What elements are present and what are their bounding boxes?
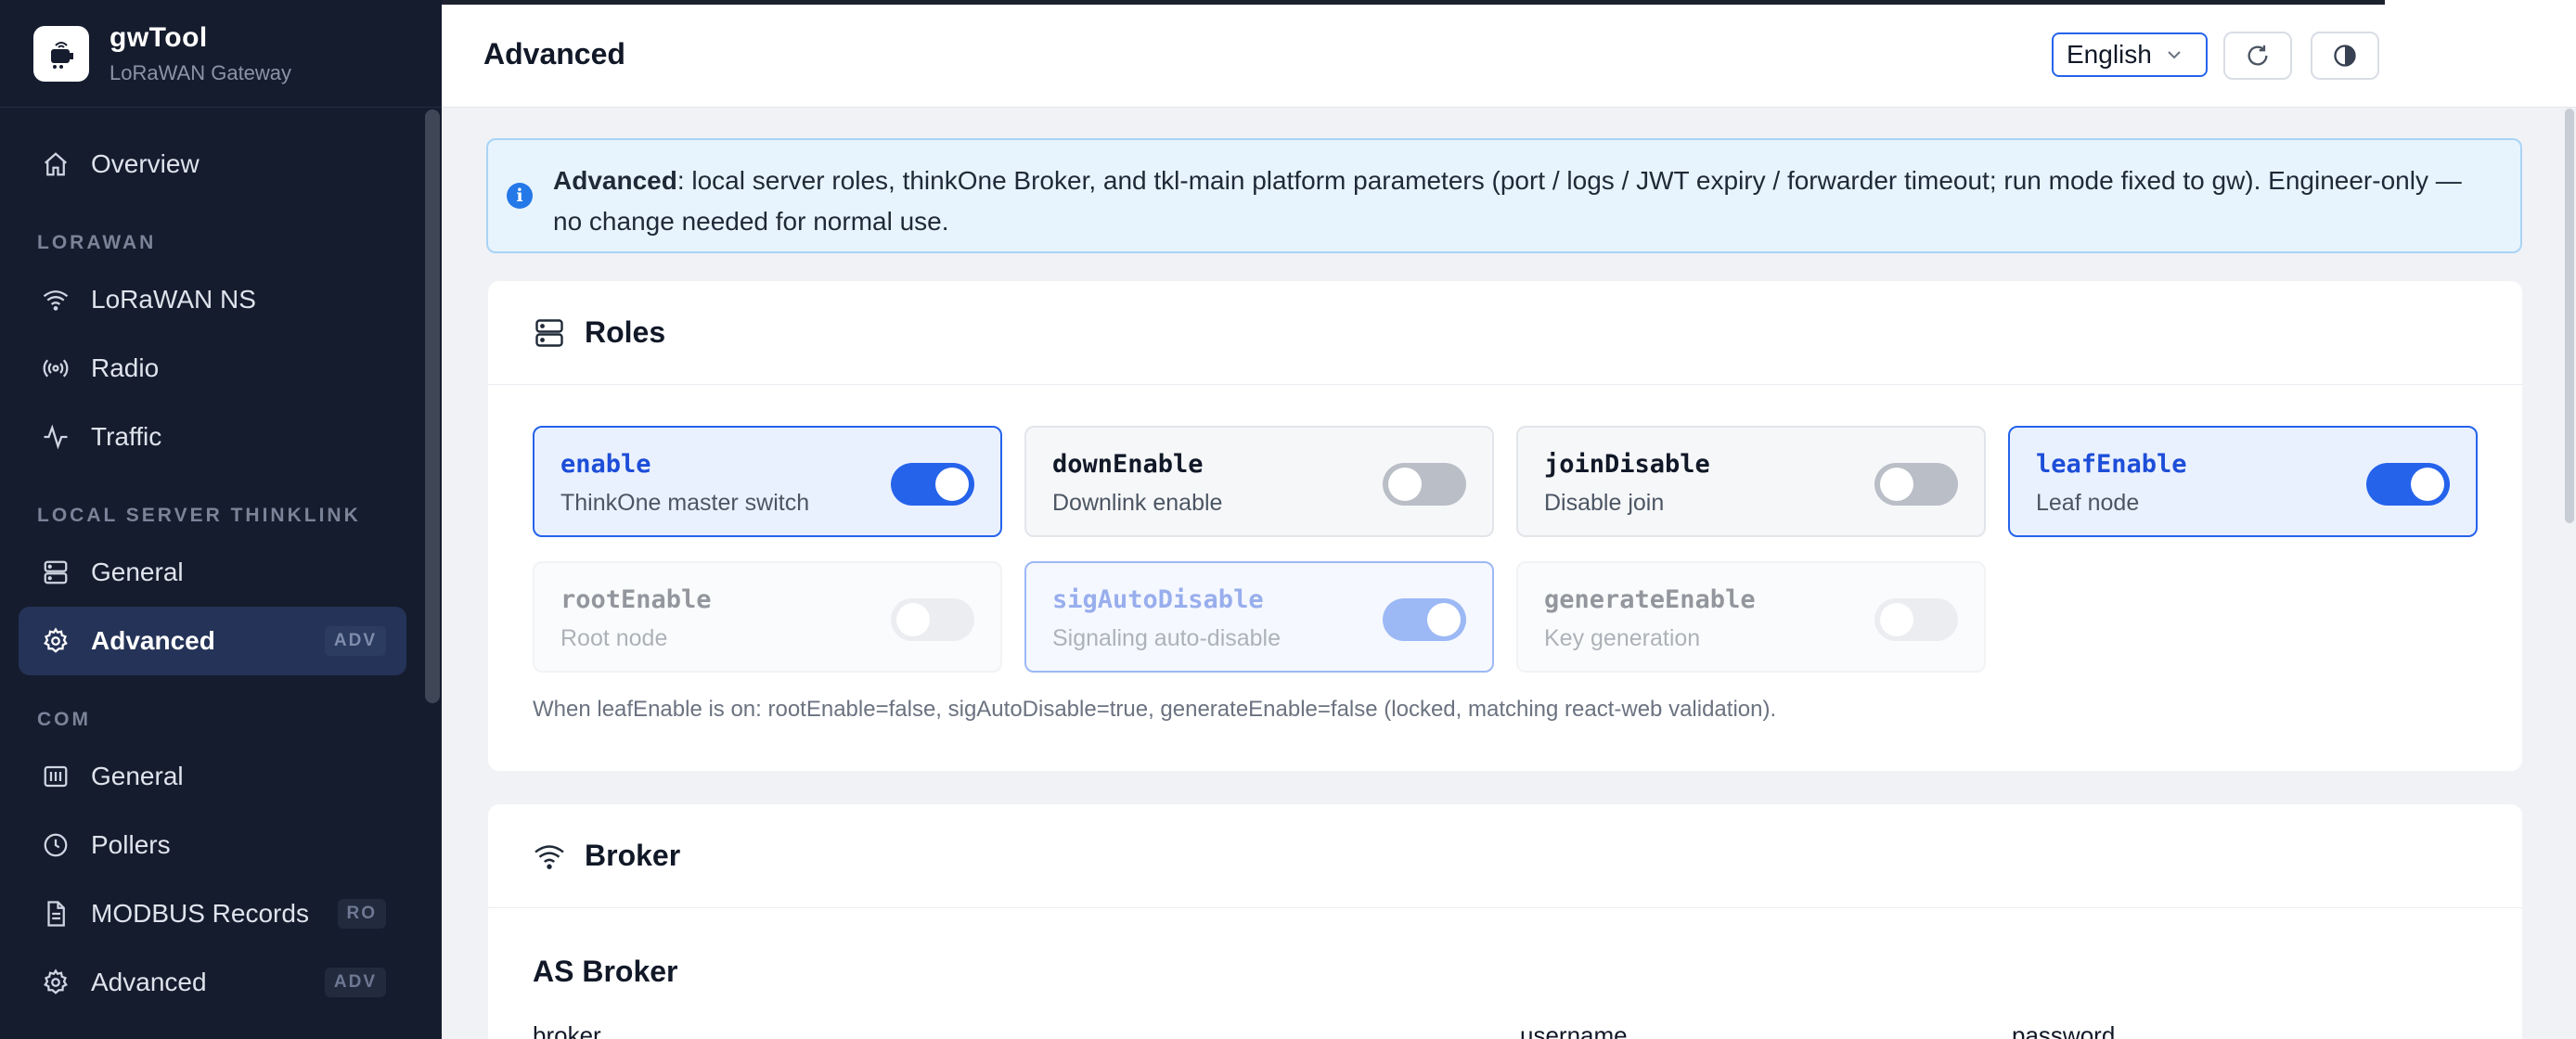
sidebar-item-lorawan-ns[interactable]: LoRaWAN NS (19, 265, 406, 334)
info-bold: Advanced (553, 166, 677, 195)
joindisable-toggle[interactable] (1874, 463, 1958, 506)
top-bar: Advanced English (442, 0, 2576, 108)
roles-card-header: Roles (488, 281, 2522, 385)
wifi-icon (533, 840, 566, 873)
role-sigautodisable: sigAutoDisable Signaling auto-disable (1024, 561, 1494, 673)
refresh-icon (2245, 43, 2271, 69)
app-subtitle: LoRaWAN Gateway (109, 60, 292, 84)
role-enable[interactable]: enable ThinkOne master switch (533, 426, 1002, 537)
sidebar-item-com-advanced[interactable]: Advanced ADV (19, 948, 406, 1017)
clock-icon (39, 828, 72, 862)
as-broker-title: AS Broker (533, 955, 678, 988)
refresh-button[interactable] (2223, 32, 2292, 80)
language-select[interactable]: English (2052, 32, 2208, 77)
activity-icon (39, 420, 72, 454)
gateway-logo-icon (33, 25, 89, 82)
page-title: Advanced (483, 37, 625, 71)
roles-note: When leafEnable is on: rootEnable=false,… (533, 697, 1777, 722)
gear-icon (39, 966, 72, 999)
server-icon (39, 556, 72, 589)
sidebar-item-label: Overview (91, 149, 200, 178)
broker-card: Broker AS Broker broker username passwor… (488, 804, 2522, 1039)
sidebar-item-label: Traffic (91, 422, 162, 451)
password-field-label: password (2012, 1021, 2116, 1039)
gear-icon (39, 624, 72, 658)
info-text: : local server roles, thinkOne Broker, a… (553, 166, 2462, 236)
info-icon: i (507, 183, 533, 209)
sidebar-item-label: General (91, 558, 184, 586)
sigautodisable-toggle (1383, 598, 1466, 641)
adv-badge: ADV (324, 626, 386, 656)
sidebar-item-label: Advanced (91, 968, 207, 996)
sidebar-item-com-general[interactable]: General (19, 742, 406, 811)
downenable-toggle[interactable] (1383, 463, 1466, 506)
sidebar-item-label: Pollers (91, 830, 171, 859)
leafenable-toggle[interactable] (2366, 463, 2450, 506)
sidebar-scrollbar[interactable] (425, 109, 440, 703)
contrast-icon (2332, 43, 2358, 69)
loading-bar (442, 0, 2385, 5)
sidebar-item-modbus-records[interactable]: MODBUS Records RO (19, 879, 406, 948)
wifi-icon (39, 283, 72, 316)
role-joindisable[interactable]: joinDisable Disable join (1516, 426, 1986, 537)
sidebar-item-traffic[interactable]: Traffic (19, 403, 406, 471)
app-name: gwTool (109, 21, 208, 53)
language-value: English (2067, 40, 2152, 69)
adv-badge: ADV (324, 968, 386, 997)
role-generateenable: generateEnable Key generation (1516, 561, 1986, 673)
brand[interactable]: gwTool LoRaWAN Gateway (0, 0, 442, 108)
sidebar-item-label: General (91, 762, 184, 790)
sidebar-section-lorawan: LORAWAN (37, 232, 157, 253)
sidebar-item-radio[interactable]: Radio (19, 334, 406, 403)
roles-card: Roles enable ThinkOne master switch down… (488, 281, 2522, 771)
generateenable-toggle (1874, 598, 1958, 641)
role-downenable[interactable]: downEnable Downlink enable (1024, 426, 1494, 537)
sidebar-item-overview[interactable]: Overview (19, 130, 406, 199)
sidebar-item-label: Advanced (91, 626, 215, 655)
sidebar-item-pollers[interactable]: Pollers (19, 811, 406, 879)
broker-card-header: Broker (488, 804, 2522, 908)
sidebar-nav: Overview LORAWAN LoRaWAN NS Radio Traffi… (0, 108, 442, 1017)
main-scrollbar[interactable] (2565, 109, 2574, 523)
role-leafenable[interactable]: leafEnable Leaf node (2008, 426, 2478, 537)
sidebar: gwTool LoRaWAN Gateway Overview LORAWAN … (0, 0, 442, 1039)
ro-badge: RO (337, 899, 386, 929)
home-icon (39, 148, 72, 181)
sidebar-item-label: Radio (91, 353, 160, 382)
roles-title: Roles (585, 315, 666, 349)
broker-field-label: broker (533, 1021, 601, 1039)
role-rootenable: rootEnable Root node (533, 561, 1002, 673)
username-field-label: username (1520, 1021, 1628, 1039)
radio-icon (39, 352, 72, 385)
info-banner: i Advanced: local server roles, thinkOne… (486, 138, 2522, 253)
sidebar-section-com: COM (37, 709, 91, 730)
sidebar-item-tk-advanced[interactable]: Advanced ADV (19, 607, 406, 675)
chevron-down-icon (2165, 45, 2183, 64)
server-icon (533, 316, 566, 350)
document-icon (39, 897, 72, 930)
theme-toggle-button[interactable] (2311, 32, 2379, 80)
sidebar-section-local-server: LOCAL SERVER THINKLINK (37, 505, 361, 526)
sidebar-item-label: MODBUS Records (91, 899, 309, 928)
main-content: i Advanced: local server roles, thinkOne… (442, 109, 2576, 1039)
grid-icon (39, 760, 72, 793)
enable-toggle[interactable] (891, 463, 974, 506)
rootenable-toggle (891, 598, 974, 641)
sidebar-item-label: LoRaWAN NS (91, 285, 256, 314)
broker-title: Broker (585, 839, 681, 872)
sidebar-item-tk-general[interactable]: General (19, 538, 406, 607)
